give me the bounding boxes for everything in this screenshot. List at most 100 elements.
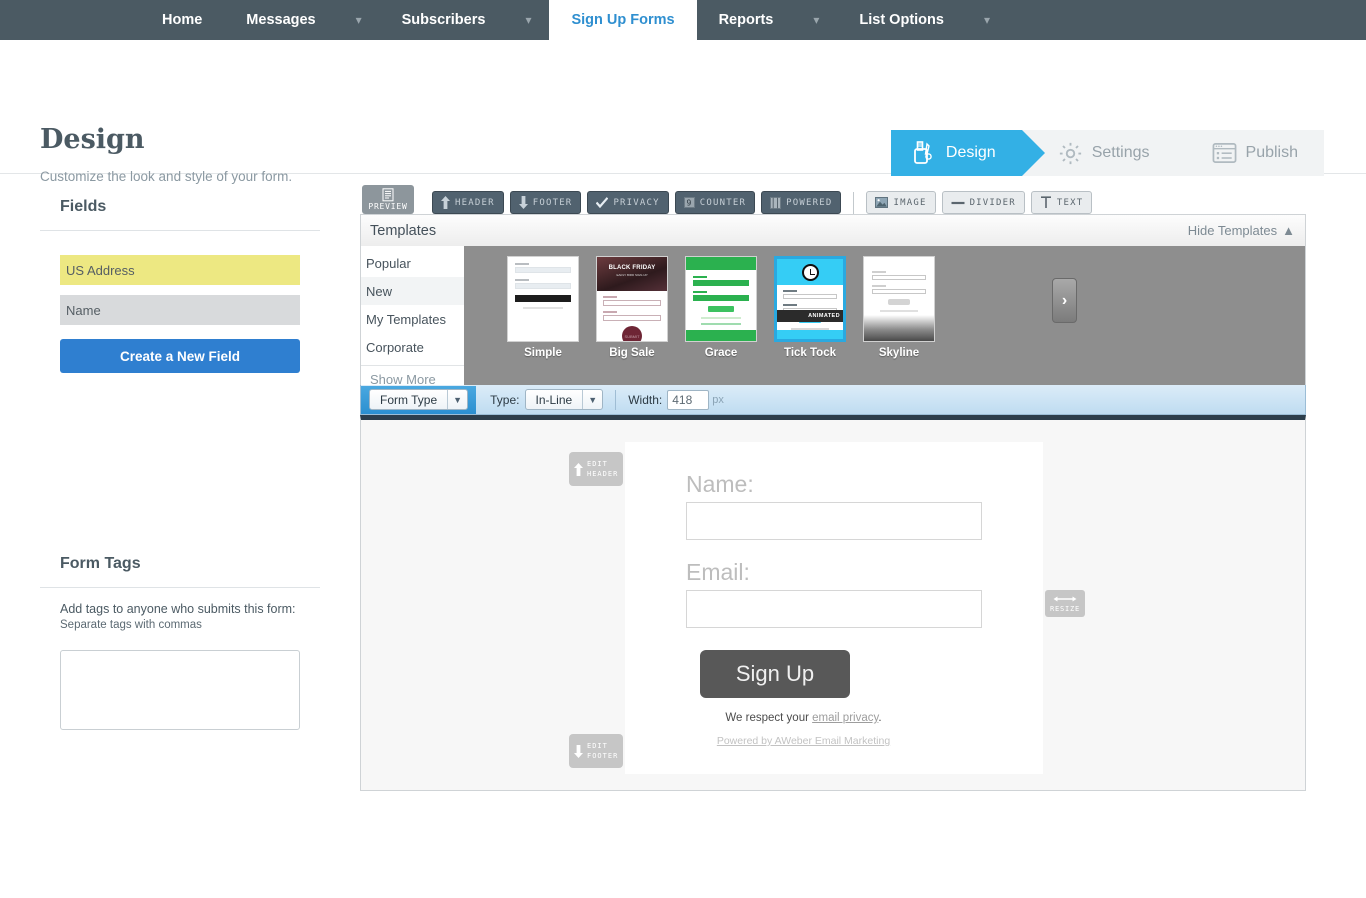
templates-next-button[interactable]: › [1052,278,1077,323]
chevron-down-icon-reports[interactable]: ▾ [795,0,837,40]
preview-button[interactable]: PREVIEW [362,185,414,214]
template-name-grace: Grace [704,347,738,359]
powered-icon [770,196,782,209]
preview-email-input[interactable] [686,590,982,628]
chevron-down-icon: ▼ [582,390,602,409]
form-tags-input[interactable] [60,650,300,730]
edit-header-line2: HEADER [587,470,619,478]
preview-name-input[interactable] [686,502,982,540]
type-dropdown[interactable]: In-Line ▼ [524,389,604,410]
add-privacy-label: PRIVACY [613,197,660,208]
add-divider-button[interactable]: DIVIDER [941,191,1025,214]
template-card-skyline[interactable]: Skyline [863,256,935,359]
preview-name-label: Name: [686,471,754,497]
template-category-new[interactable]: New [361,277,464,305]
form-type-bar-divider [615,389,617,410]
template-category-my-templates[interactable]: My Templates [361,305,464,333]
svg-text:9: 9 [686,198,692,207]
field-chip-label: Name [66,302,101,318]
preview-button-label: PREVIEW [368,202,408,211]
template-card-tick-tock[interactable]: ANIMATED Tick Tock [774,256,846,359]
preview-privacy-suffix: . [878,712,882,724]
template-name-big-sale: Big Sale [609,347,655,359]
preview-icon [382,188,394,202]
divider-icon [951,198,965,208]
create-new-field-button[interactable]: Create a New Field [60,339,300,373]
edit-footer-line1: EDIT [587,741,608,750]
chevron-down-icon-list-options[interactable]: ▾ [966,0,1008,40]
template-name-simple: Simple [524,347,562,359]
arrow-up-icon [569,462,587,476]
design-icon [911,140,937,166]
field-chip-label: US Address [66,262,135,278]
nav-item-subscribers[interactable]: Subscribers [380,0,508,40]
field-chip-us-address[interactable]: US Address [60,255,300,285]
edit-header-button[interactable]: EDIT HEADER [569,452,623,486]
width-label: Width: [628,392,663,407]
add-image-button[interactable]: IMAGE [866,191,936,214]
template-thumbnail-simple [507,256,579,342]
chevron-down-icon-subscribers[interactable]: ▾ [507,0,549,40]
nav-item-sign-up-forms[interactable]: Sign Up Forms [549,0,697,40]
element-toolbar: PREVIEW HEADER FOOTER PRIVACY 9 COUNTER … [360,184,1306,214]
preview-privacy-prefix: We respect your [725,712,813,724]
template-thumbnail-big-sale: BLACK FRIDAY EARLY BIRD SIGN-UP SUBMIT [596,256,668,342]
nav-item-list-options[interactable]: List Options [837,0,966,40]
preview-signup-button[interactable]: Sign Up [700,650,850,698]
preview-powered-text: Powered by AWeber Email Marketing [625,735,982,747]
form-tags-description-sub: Separate tags with commas [60,618,202,631]
width-unit-label: px [712,393,724,406]
form-type-dropdown-label: Form Type [380,392,438,407]
add-footer-button[interactable]: FOOTER [509,191,582,214]
template-thumbnail-strip: Simple BLACK FRIDAY EARLY BIRD SIGN-UP S… [464,246,1305,385]
edit-footer-button[interactable]: EDIT FOOTER [569,734,623,768]
template-card-simple[interactable]: Simple [507,256,579,359]
type-dropdown-value: In-Line [535,392,573,407]
step-design[interactable]: Design [890,130,1045,176]
template-thumbnail-skyline [863,256,935,342]
form-type-dropdown[interactable]: Form Type ▼ [369,389,469,410]
width-input[interactable] [667,389,710,410]
add-counter-label: COUNTER [699,197,747,208]
template-category-popular[interactable]: Popular [361,249,464,277]
step-settings[interactable]: Settings [1021,130,1199,176]
hide-templates-toggle[interactable]: Hide Templates ▲ [1188,223,1295,238]
template-thumbnail-tick-tock: ANIMATED [774,256,846,342]
edit-header-line1: EDIT [587,459,608,468]
check-icon [596,197,609,208]
field-chip-name[interactable]: Name [60,295,300,325]
email-privacy-link[interactable]: email privacy [812,712,878,724]
form-type-bar: Form Type ▼ Type: In-Line ▼ Width: px [360,385,1306,415]
add-header-button[interactable]: HEADER [432,191,504,214]
edit-header-label: EDIT HEADER [587,459,618,479]
template-category-corporate[interactable]: Corporate [361,333,464,361]
nav-item-home[interactable]: Home [140,0,224,40]
template-badge-tick-tock: ANIMATED [777,310,843,322]
toolbar-divider [853,192,855,214]
page-header: Design Customize the look and style of y… [0,40,1366,184]
powered-by-link[interactable]: Powered by AWeber Email Marketing [717,735,890,747]
nav-item-reports[interactable]: Reports [697,0,796,40]
add-footer-label: FOOTER [532,197,573,208]
add-text-button[interactable]: TEXT [1030,191,1093,214]
arrow-down-icon [518,196,528,209]
chevron-down-icon-messages[interactable]: ▾ [338,0,380,40]
add-counter-button[interactable]: 9 COUNTER [674,191,756,214]
template-subhead-big-sale: EARLY BIRD SIGN-UP [616,273,648,277]
chevron-down-icon: ▼ [447,390,467,409]
template-headline-big-sale: BLACK FRIDAY [608,265,656,271]
template-card-big-sale[interactable]: BLACK FRIDAY EARLY BIRD SIGN-UP SUBMIT B… [596,256,668,359]
add-powered-button[interactable]: POWERED [761,191,842,214]
nav-item-messages[interactable]: Messages [224,0,337,40]
template-card-grace[interactable]: Grace [685,256,757,359]
resize-arrow-icon [1053,595,1077,605]
add-privacy-button[interactable]: PRIVACY [587,191,669,214]
template-name-skyline: Skyline [878,347,920,359]
form-preview-canvas: EDIT HEADER EDIT FOOTER RESIZE Name: Ema… [360,415,1306,791]
templates-header: Templates Hide Templates ▲ [360,214,1306,246]
text-icon [1040,196,1052,209]
step-design-label: Design [945,144,996,161]
resize-handle[interactable]: RESIZE [1045,590,1085,617]
gear-icon [1058,141,1083,166]
step-publish-label: Publish [1245,144,1298,161]
